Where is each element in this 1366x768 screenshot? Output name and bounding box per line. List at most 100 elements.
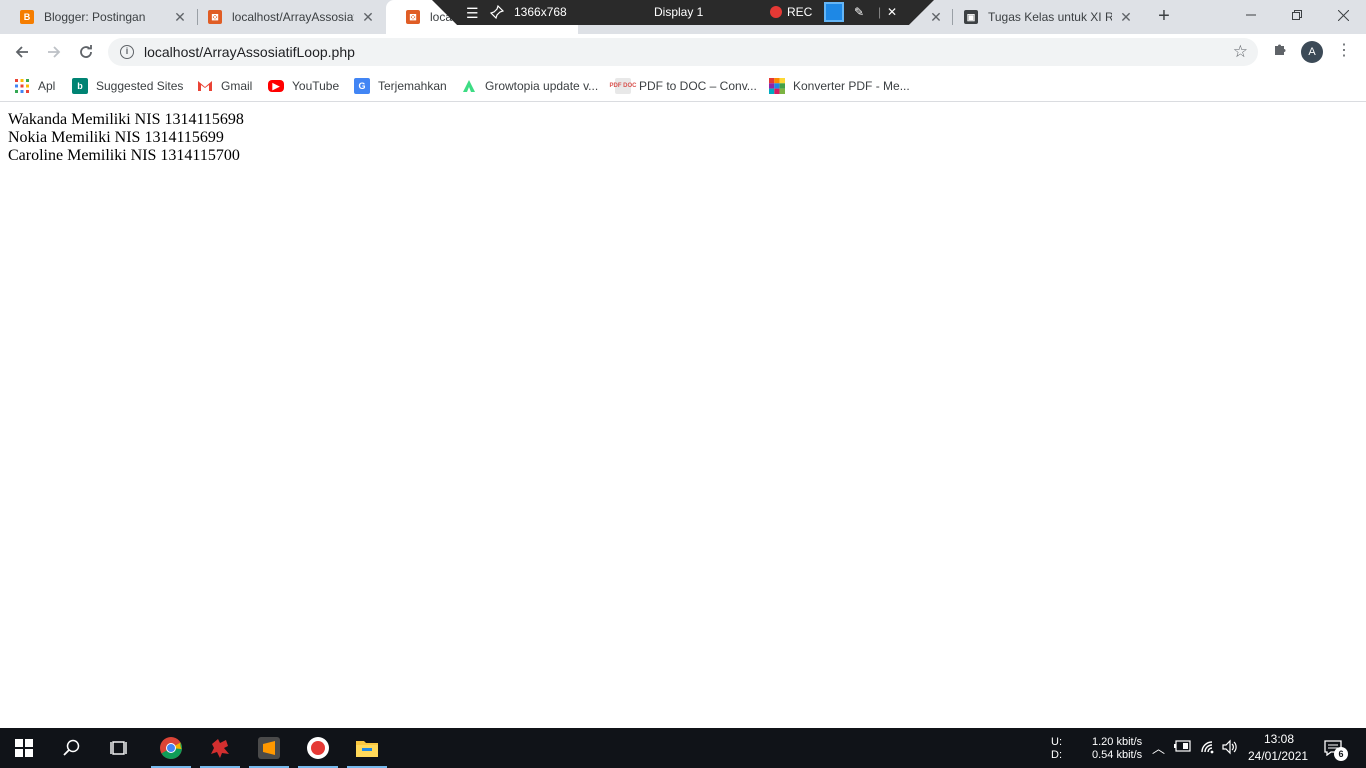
tab-localhost-1[interactable]: ⊠ localhost/ArrayAssosiat ✕ [188,0,386,34]
bookmark-label: Konverter PDF - Me... [793,79,910,93]
download-label: D: [1051,749,1062,761]
tab-blogger[interactable]: B Blogger: Postingan ✕ [0,0,198,34]
minimize-button[interactable] [1228,0,1274,30]
show-hidden-icons-chevron-icon[interactable]: ︿ [1152,738,1165,757]
wifi-icon[interactable] [1200,740,1216,757]
windows-logo-icon [15,739,33,757]
start-button[interactable] [0,728,48,768]
bookmark-apps[interactable]: Apl [14,76,55,96]
close-window-button[interactable] [1320,0,1366,30]
resolution-label: 1366x768 [514,5,567,19]
extensions-puzzle-icon[interactable] [1270,42,1290,62]
bookmark-label: Apl [38,79,56,93]
blogger-icon: B [20,10,34,24]
task-view-icon [110,741,127,755]
tab-title: Blogger: Postingan [44,10,146,24]
tab-strip: B Blogger: Postingan ✕ ⊠ localhost/Array… [0,0,1366,34]
screen-recorder-icon [307,737,329,759]
back-button[interactable] [8,38,36,66]
file-explorer-icon [356,741,378,757]
taskbar-file-explorer[interactable] [343,728,391,768]
bookmark-pdf-to-doc[interactable]: PDF DOC PDF to DOC – Conv... [610,76,757,96]
clock-date[interactable]: 24/01/2021 [1248,749,1308,763]
chrome-icon [160,737,182,759]
rec-label[interactable]: REC [787,5,812,19]
bing-icon: b [72,78,88,94]
volume-icon[interactable] [1222,739,1238,758]
bookmark-suggested-sites[interactable]: b Suggested Sites [72,76,183,96]
pin-icon[interactable] [489,4,505,22]
restore-button[interactable] [1274,0,1320,30]
bookmarks-bar: Apl b Suggested Sites Gmail ▶ YouTube G … [0,70,1366,102]
search-icon [63,739,80,756]
hamburger-menu-icon[interactable]: ☰ [466,5,479,22]
xampp-icon: ⊠ [406,10,420,24]
taskbar-sublime[interactable] [245,728,293,768]
address-bar[interactable]: i localhost/ArrayAssosiatifLoop.php ☆ [108,38,1258,66]
tab-title: localhost/ArrayAssosiat [232,10,354,24]
camera-icon[interactable] [824,2,844,22]
taskbar-chrome[interactable] [147,728,195,768]
sublime-text-icon [258,737,280,759]
bookmark-label: Suggested Sites [96,79,184,93]
bookmark-konverter-pdf[interactable]: Konverter PDF - Me... [769,76,910,96]
minimize-icon [1246,14,1256,16]
notification-count-badge: 6 [1334,747,1348,761]
close-icon[interactable]: ✕ [1118,9,1134,25]
apps-grid-icon [14,78,30,94]
record-dot-icon [770,6,782,18]
forward-button[interactable] [40,38,68,66]
close-icon [1337,9,1349,21]
bookmark-gmail[interactable]: Gmail [197,76,252,96]
taskbar-recorder[interactable] [294,728,342,768]
clock-time[interactable]: 13:08 [1264,732,1294,746]
bookmark-translate[interactable]: G Terjemahkan [354,76,447,96]
pdf-converter-icon [769,78,785,94]
display-label: Display 1 [654,5,704,19]
url-text[interactable]: localhost/ArrayAssosiatifLoop.php [144,44,355,60]
close-icon[interactable]: ✕ [928,9,944,25]
bookmark-star-icon[interactable]: ☆ [1233,42,1248,62]
close-icon[interactable]: ✕ [172,9,188,25]
close-recorder-icon[interactable]: ✕ [887,5,897,19]
bookmark-label: YouTube [292,79,340,93]
output-line: Wakanda Memiliki NIS 1314115698 [8,111,244,128]
bookmark-youtube[interactable]: ▶ YouTube [268,76,339,96]
gmail-icon [197,78,213,94]
divider: | [878,5,882,19]
bookmark-growtopia[interactable]: Growtopia update v... [461,76,598,96]
app-red-icon [211,739,229,758]
info-icon[interactable]: i [120,45,134,59]
youtube-icon: ▶ [268,80,284,92]
taskbar-red-app[interactable] [196,728,244,768]
tab-title: Tugas Kelas untuk XI RP [988,10,1112,24]
task-view-button[interactable] [96,728,144,768]
reload-button[interactable] [72,38,100,66]
google-translate-icon: G [354,78,370,94]
more-menu-icon[interactable]: ⋮ [1334,42,1354,62]
profile-avatar[interactable]: A [1301,41,1323,63]
tab-classroom[interactable]: ▣ Tugas Kelas untuk XI RP ✕ [944,0,1144,34]
bookmark-label: PDF to DOC – Conv... [639,79,757,93]
close-icon[interactable]: ✕ [360,9,376,25]
pencil-icon[interactable]: ✎ [854,5,864,19]
new-tab-button[interactable]: + [1152,6,1176,28]
restore-icon [1292,10,1302,20]
battery-icon[interactable] [1174,740,1192,755]
browser-toolbar: i localhost/ArrayAssosiatifLoop.php ☆ A … [0,34,1366,70]
search-button[interactable] [48,728,96,768]
bookmark-label: Growtopia update v... [485,79,599,93]
reload-icon [80,45,92,58]
upload-label: U: [1051,736,1062,748]
output-line: Nokia Memiliki NIS 1314115699 [8,129,224,146]
growtopia-icon [461,78,477,94]
page-content: Wakanda Memiliki NIS 1314115698 Nokia Me… [0,103,1366,728]
xampp-icon: ⊠ [208,10,222,24]
windows-taskbar: U: D: 1.20 kbit/s 0.54 kbit/s ︿ 13:08 24… [0,728,1366,768]
pdf-doc-icon: PDF DOC [610,78,637,94]
bookmark-label: Gmail [221,79,253,93]
output-line: Caroline Memiliki NIS 1314115700 [8,147,240,164]
back-arrow-icon [15,46,28,58]
screen-recorder-bar: ☰ 1366x768 Display 1 REC ✎ | ✕ [432,0,934,25]
forward-arrow-icon [48,46,61,58]
